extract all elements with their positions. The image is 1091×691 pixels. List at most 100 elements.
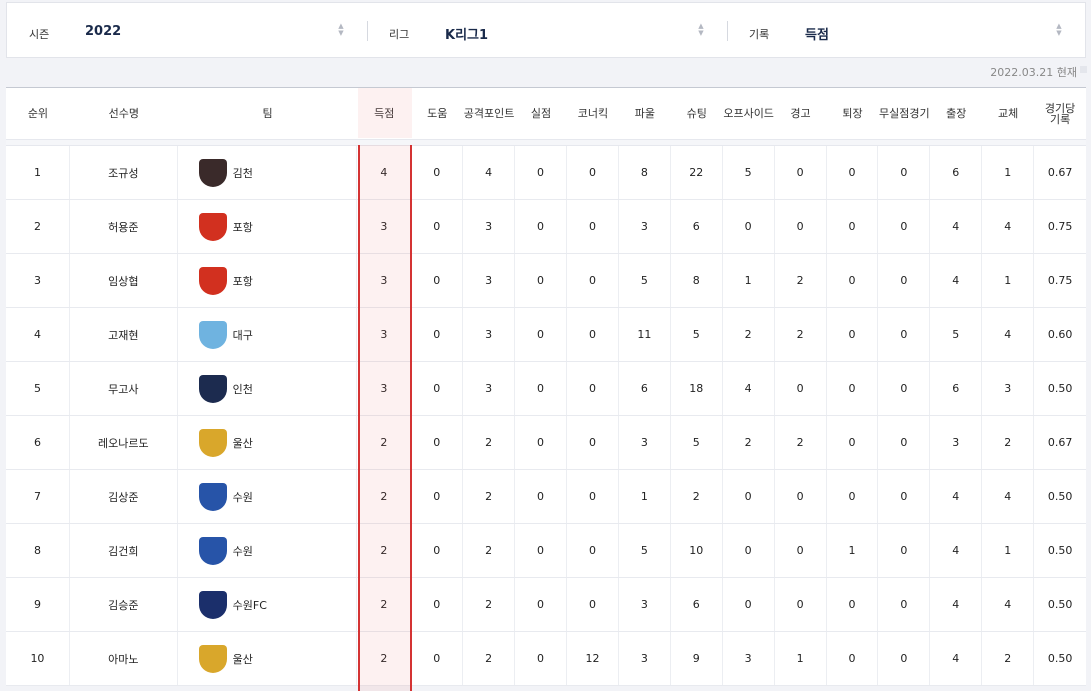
table-row[interactable]: 7 김상준 수원 2 0 2 0 0 1 2 0 0 0 0 4 4 0.50 (6, 470, 1086, 524)
cell-goals: 2 (357, 416, 412, 469)
cell-clean-sheets: 0 (878, 578, 931, 631)
column-header-yellow-cards[interactable]: 경고 (775, 88, 827, 139)
cell-player[interactable]: 조규성 (70, 146, 178, 199)
team-crest-icon (198, 374, 227, 403)
cell-corners: 0 (567, 524, 619, 577)
column-header-rank[interactable]: 순위 (6, 88, 70, 139)
cell-player[interactable]: 고재현 (70, 308, 178, 361)
cell-offsides: 1 (723, 254, 775, 307)
cell-per-game: 0.50 (1047, 490, 1073, 503)
cell-conceded: 0 (515, 362, 567, 415)
cell-yellow-cards: 0 (775, 362, 827, 415)
cell-substitutions: 4 (982, 200, 1035, 253)
cell-clean-sheets: 0 (878, 146, 931, 199)
cell-team[interactable]: 인천 (178, 362, 358, 415)
league-label: 리그 (389, 28, 410, 41)
table-row[interactable]: 4 고재현 대구 3 0 3 0 0 11 5 2 2 0 0 5 4 0.60 (6, 308, 1086, 362)
table-row[interactable]: 8 김건희 수원 2 0 2 0 0 5 10 0 0 1 0 4 1 0.50 (6, 524, 1086, 578)
cell-team[interactable]: 김천 (178, 146, 358, 199)
column-header-per-game[interactable]: 경기당 기록 (1034, 88, 1086, 139)
cell-per-game: 0.67 (1047, 166, 1073, 179)
table-row[interactable]: 6 레오나르도 울산 2 0 2 0 0 3 5 2 2 0 0 3 2 0.67 (6, 416, 1086, 470)
cell-player[interactable]: 김건희 (70, 524, 178, 577)
table-row[interactable]: 9 김승준 수원FC 2 0 2 0 0 3 6 0 0 0 0 4 4 0.50 (6, 578, 1086, 632)
season-select[interactable]: 시즌 2022 ▲ ▼ (7, 3, 357, 59)
cell-offsides: 3 (723, 632, 775, 685)
table-row[interactable]: 1 조규성 김천 4 0 4 0 0 8 22 5 0 0 0 6 1 0.67 (6, 146, 1086, 200)
stats-table: 순위 선수명 팀 득점 도움 공격포인트 실점 코너킥 파울 슈팅 오프사이드 경고 퇴장 무실점경기 출장… (6, 87, 1086, 686)
column-header-corners[interactable]: 코너킥 (567, 88, 619, 139)
column-header-shots[interactable]: 슈팅 (671, 88, 723, 139)
cell-shots: 9 (671, 632, 723, 685)
cell-team[interactable]: 수원 (178, 470, 358, 523)
cell-player[interactable]: 김승준 (70, 578, 178, 631)
cell-rank: 7 (6, 470, 70, 523)
league-select[interactable]: 리그 K리그1 ▲ ▼ (369, 3, 719, 59)
table-row[interactable]: 5 무고사 인천 3 0 3 0 0 6 18 4 0 0 0 6 3 0.50 (6, 362, 1086, 416)
record-select[interactable]: 기록 득점 ▲ ▼ (729, 3, 1079, 59)
cell-assists: 0 (411, 254, 464, 307)
cell-fouls: 8 (619, 146, 671, 199)
cell-yellow-cards: 0 (775, 200, 827, 253)
table-body: 1 조규성 김천 4 0 4 0 0 8 22 5 0 0 0 6 1 0.67 2 허용준 포항 3 0 3 0 0 3 6 0 0 0… (6, 146, 1086, 686)
cell-player[interactable]: 허용준 (70, 200, 178, 253)
cell-team[interactable]: 포항 (178, 254, 358, 307)
column-header-red-cards[interactable]: 퇴장 (827, 88, 879, 139)
column-header-offsides[interactable]: 오프사이드 (723, 88, 775, 139)
cell-team[interactable]: 대구 (178, 308, 358, 361)
team-name: 포항 (232, 220, 253, 234)
cell-red-cards: 0 (827, 416, 879, 469)
cell-team[interactable]: 울산 (178, 632, 358, 685)
cell-goals: 2 (357, 632, 412, 685)
table-row[interactable]: 10 아마노 울산 2 0 2 0 12 3 9 3 1 0 0 4 2 0.50 (6, 632, 1086, 686)
column-header-appearances[interactable]: 출장 (930, 88, 982, 139)
cell-substitutions: 3 (982, 362, 1035, 415)
cell-corners: 0 (567, 470, 619, 523)
team-crest-icon (198, 482, 227, 511)
cell-substitutions: 1 (982, 524, 1035, 577)
table-row[interactable]: 2 허용준 포항 3 0 3 0 0 3 6 0 0 0 0 4 4 0.75 (6, 200, 1086, 254)
table-row[interactable]: 3 임상협 포항 3 0 3 0 0 5 8 1 2 0 0 4 1 0.75 (6, 254, 1086, 308)
cell-clean-sheets: 0 (878, 308, 931, 361)
cell-assists: 0 (411, 146, 464, 199)
cell-fouls: 5 (619, 524, 671, 577)
cell-clean-sheets: 0 (878, 632, 931, 685)
cell-goals: 3 (357, 362, 412, 415)
column-header-assists[interactable]: 도움 (411, 88, 463, 139)
cell-team[interactable]: 울산 (178, 416, 358, 469)
cell-conceded: 0 (515, 146, 567, 199)
cell-player[interactable]: 레오나르도 (70, 416, 178, 469)
cell-player[interactable]: 무고사 (70, 362, 178, 415)
cell-red-cards: 0 (827, 308, 879, 361)
cell-player[interactable]: 임상협 (70, 254, 178, 307)
record-label: 기록 (749, 28, 770, 41)
cell-attack-points: 2 (463, 524, 516, 577)
cell-rank: 9 (6, 578, 70, 631)
column-header-player[interactable]: 선수명 (70, 88, 178, 139)
cell-fouls: 3 (619, 632, 671, 685)
cell-shots: 22 (671, 146, 723, 199)
cell-team[interactable]: 수원 (178, 524, 358, 577)
column-header-conceded[interactable]: 실점 (515, 88, 567, 139)
cell-shots: 2 (671, 470, 723, 523)
cell-clean-sheets: 0 (878, 470, 931, 523)
column-header-clean-sheets[interactable]: 무실점경기 (878, 88, 930, 139)
column-header-fouls[interactable]: 파울 (619, 88, 671, 139)
cell-goals: 3 (357, 254, 412, 307)
column-header-team[interactable]: 팀 (178, 88, 358, 139)
cell-conceded: 0 (515, 200, 567, 253)
cell-team[interactable]: 포항 (178, 200, 358, 253)
cell-substitutions: 4 (982, 470, 1035, 523)
cell-substitutions: 1 (982, 254, 1035, 307)
column-header-substitutions[interactable]: 교체 (982, 88, 1034, 139)
cell-red-cards: 0 (827, 470, 879, 523)
cell-rank: 4 (6, 308, 70, 361)
column-header-attack-points[interactable]: 공격포인트 (463, 88, 515, 139)
cell-rank: 2 (6, 200, 70, 253)
cell-player[interactable]: 김상준 (70, 470, 178, 523)
team-name: 포항 (232, 274, 253, 288)
cell-team[interactable]: 수원FC (178, 578, 358, 631)
cell-player[interactable]: 아마노 (70, 632, 178, 685)
column-header-goals[interactable]: 득점 (357, 88, 411, 139)
cell-goals: 2 (357, 578, 412, 631)
